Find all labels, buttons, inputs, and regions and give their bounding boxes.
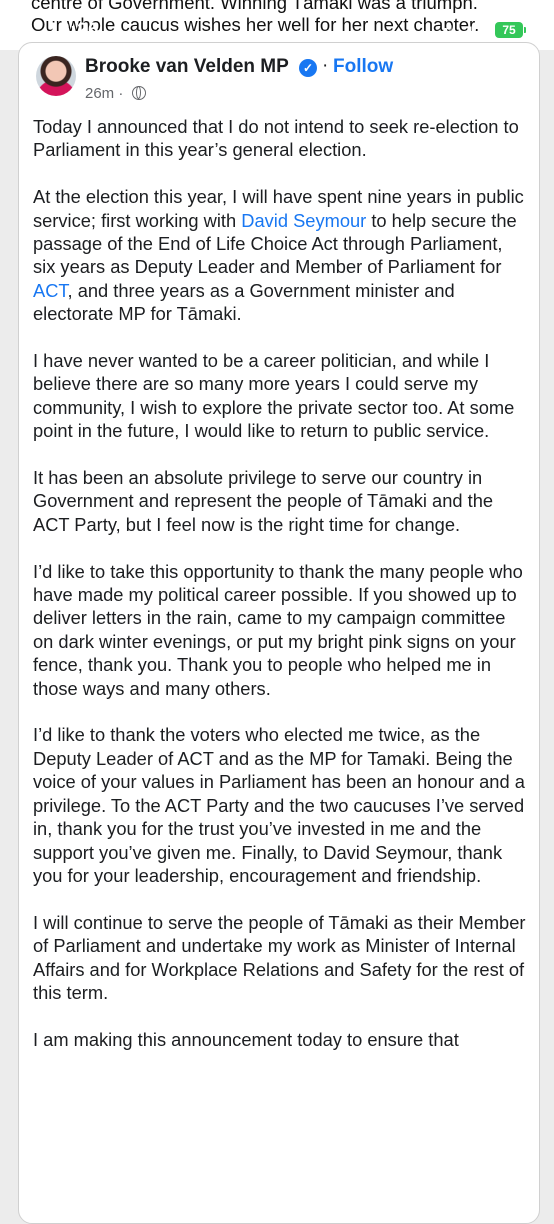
separator-dot: ·	[322, 55, 329, 76]
post-paragraph: At the election this year, I will have s…	[33, 185, 529, 325]
status-time: 12:26	[48, 20, 100, 41]
follow-button[interactable]: Follow	[333, 56, 393, 78]
post-paragraph: I am making this announcement today to e…	[33, 1028, 529, 1051]
paragraph-text: , and three years as a Government minist…	[33, 279, 455, 325]
mention-link[interactable]: ACT	[33, 280, 68, 301]
status-bar: 12:26 4G 75	[0, 0, 554, 41]
battery-icon: 75	[495, 22, 526, 38]
paragraph-text: I am making this announcement today to e…	[33, 1028, 459, 1050]
post-paragraph: I’d like to take this opportunity to tha…	[33, 560, 529, 700]
network-type: 4G	[465, 23, 484, 39]
avatar[interactable]	[36, 56, 76, 96]
globe-icon	[132, 86, 146, 100]
post-card: Brooke van Velden MP ✓ · Follow 26m · To…	[18, 42, 540, 1224]
paragraph-text: I have never wanted to be a career polit…	[33, 350, 515, 442]
paragraph-text: I’d like to thank the voters who elected…	[33, 724, 525, 886]
cellular-signal-icon	[434, 25, 452, 38]
paragraph-text: It has been an absolute privilege to ser…	[33, 467, 494, 535]
post-timestamp[interactable]: 26m ·	[85, 85, 123, 102]
post-paragraph: I have never wanted to be a career polit…	[33, 349, 529, 443]
mention-link[interactable]: David Seymour	[241, 210, 366, 231]
post-paragraph: I will continue to serve the people of T…	[33, 911, 529, 1005]
verified-badge-icon: ✓	[299, 59, 317, 77]
post-paragraph: Today I announced that I do not intend t…	[33, 115, 529, 162]
post-body: Today I announced that I do not intend t…	[33, 115, 529, 1075]
post-paragraph: I’d like to thank the voters who elected…	[33, 723, 529, 887]
author-name[interactable]: Brooke van Velden MP	[85, 56, 289, 78]
post-paragraph: It has been an absolute privilege to ser…	[33, 466, 529, 536]
battery-level: 75	[502, 23, 516, 37]
paragraph-text: Today I announced that I do not intend t…	[33, 116, 519, 161]
paragraph-text: I will continue to serve the people of T…	[33, 911, 526, 1003]
paragraph-text: I’d like to take this opportunity to tha…	[33, 560, 523, 699]
